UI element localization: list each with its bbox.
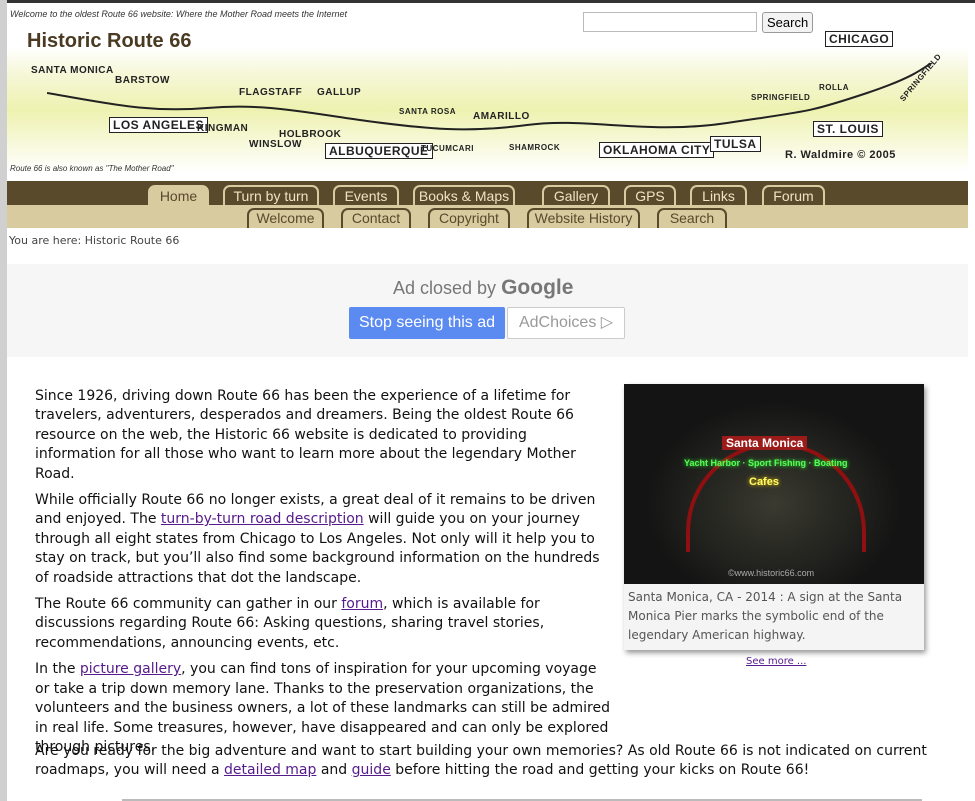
google-logo: Google: [501, 276, 574, 299]
site-title[interactable]: Historic Route 66: [27, 30, 191, 53]
sign-top: Santa Monica: [722, 436, 808, 450]
detailed-map-link[interactable]: detailed map: [224, 762, 316, 778]
featured-photo-card: Santa Monica Yacht Harbor · Sport Fishin…: [624, 384, 924, 650]
turn-by-turn-link[interactable]: turn-by-turn road description: [161, 511, 364, 527]
breadcrumb: You are here: Historic Route 66: [9, 234, 180, 247]
ad-closed-label: Ad closed by Google: [393, 276, 573, 300]
map-town: Tucumcari: [421, 144, 474, 153]
text: before hitting the road and getting your…: [390, 762, 810, 779]
subtab-website-history[interactable]: Website History: [527, 208, 640, 228]
tab-home[interactable]: Home: [148, 185, 209, 205]
subtab-search[interactable]: Search: [657, 208, 727, 228]
intro-text: Since 1926, driving down Route 66 has be…: [35, 387, 610, 764]
tab-links[interactable]: Links: [690, 185, 747, 205]
ad-closed-text: Ad closed by: [393, 278, 497, 298]
map-town: Shamrock: [509, 143, 561, 152]
map-town: Amarillo: [473, 111, 530, 122]
forum-link[interactable]: forum: [341, 596, 383, 612]
tab-books-maps[interactable]: Books & Maps: [413, 185, 515, 205]
santa-monica-pier-photo[interactable]: Santa Monica Yacht Harbor · Sport Fishin…: [624, 384, 924, 584]
map-town: St. Louis: [813, 121, 883, 137]
paragraph: Since 1926, driving down Route 66 has be…: [35, 388, 576, 482]
adchoices-button[interactable]: AdChoices ▷: [507, 307, 625, 339]
map-town: Albuquerque: [325, 143, 433, 159]
stop-seeing-ad-button[interactable]: Stop seeing this ad: [349, 307, 505, 339]
map-signature: R. Waldmire © 2005: [785, 149, 896, 161]
map-town: Los Angeles: [109, 117, 209, 133]
main-nav: Home Turn by turn Events Books & Maps Ga…: [7, 181, 968, 205]
tab-turn-by-turn[interactable]: Turn by turn: [223, 185, 319, 205]
map-town: Barstow: [115, 75, 170, 86]
tab-forum[interactable]: Forum: [762, 185, 825, 205]
see-more-link[interactable]: See more ...: [746, 656, 806, 667]
paragraph: While officially Route 66 no longer exis…: [35, 491, 610, 588]
photo-caption: Santa Monica, CA - 2014 : A sign at the …: [628, 590, 903, 642]
subtagline: Route 66 is also known as "The Mother Ro…: [10, 164, 174, 173]
map-town: Kingman: [197, 123, 249, 134]
subtab-contact[interactable]: Contact: [341, 208, 411, 228]
watermark: ©www.historic66.com: [728, 568, 815, 578]
map-town: Santa Rosa: [399, 107, 456, 116]
search-button[interactable]: Search: [762, 12, 814, 33]
paragraph: The Route 66 community can gather in our…: [35, 595, 610, 653]
sub-nav: Welcome Contact Copyright Website Histor…: [7, 205, 968, 228]
sign-low: Cafes: [749, 476, 779, 488]
left-border: [0, 0, 7, 801]
map-town: Flagstaff: [239, 87, 303, 98]
text: In the: [35, 661, 80, 678]
map-town: Winslow: [249, 139, 302, 150]
gallery-link[interactable]: picture gallery: [80, 661, 181, 677]
text: and: [316, 762, 352, 779]
tab-gps[interactable]: GPS: [624, 185, 676, 205]
map-town: Tulsa: [710, 136, 761, 152]
subtab-welcome[interactable]: Welcome: [247, 208, 324, 228]
map-town: Chicago: [825, 31, 894, 47]
guide-link[interactable]: guide: [352, 762, 391, 778]
tab-gallery[interactable]: Gallery: [542, 185, 610, 205]
paragraph: Are you ready for the big adventure and …: [35, 742, 935, 781]
map-town: Rolla: [819, 83, 850, 92]
subtab-copyright[interactable]: Copyright: [428, 208, 510, 228]
text: The Route 66 community can gather in our: [35, 596, 342, 613]
header-banner: Welcome to the oldest Route 66 website: …: [7, 3, 968, 181]
tab-events[interactable]: Events: [333, 185, 399, 205]
map-town: Santa Monica: [31, 65, 114, 76]
search-input[interactable]: [583, 12, 757, 32]
map-town: Gallup: [317, 87, 362, 98]
map-town: Springfield: [751, 93, 811, 102]
tagline: Welcome to the oldest Route 66 website: …: [10, 9, 348, 19]
sign-mid: Yacht Harbor · Sport Fishing · Boating: [684, 458, 848, 468]
map-town: Oklahoma City: [599, 142, 715, 158]
